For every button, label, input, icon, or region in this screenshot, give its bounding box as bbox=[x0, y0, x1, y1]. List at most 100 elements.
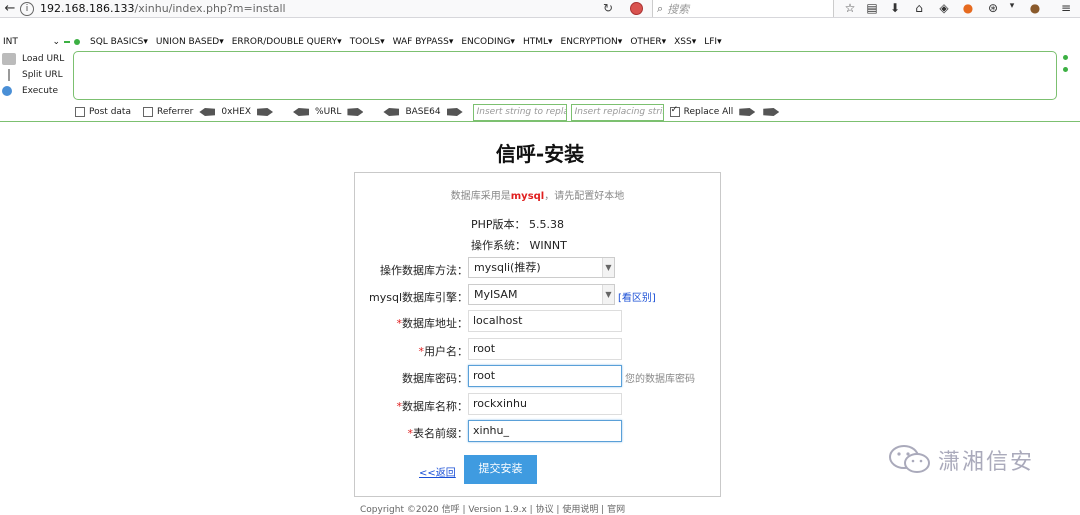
replace-all-label: Replace All bbox=[683, 107, 734, 117]
password-row: 数据库密码： root 您的数据库密码 bbox=[355, 365, 722, 387]
arrow-right-icon[interactable] bbox=[446, 108, 463, 116]
browser-toolbar: ← i 192.168.186.133/xinhu/index.php?m=in… bbox=[0, 0, 1080, 18]
notice-highlight: mysql bbox=[510, 191, 545, 202]
submit-install-button[interactable]: 提交安装 bbox=[464, 455, 537, 484]
db-notice: 数据库采用是mysql，请先配置好本地 bbox=[355, 187, 720, 202]
profile-icon[interactable]: ● bbox=[1027, 1, 1043, 15]
back-arrow-icon[interactable]: ← bbox=[0, 1, 20, 16]
extension-icon[interactable]: ● bbox=[960, 1, 976, 15]
arrow-left-icon[interactable] bbox=[199, 108, 216, 116]
engine-label: mysql数据库引擎： bbox=[369, 291, 468, 304]
notice-text: ，请先配置好本地 bbox=[544, 191, 625, 202]
hackbar-actions: Load URL Split URL Execute bbox=[2, 51, 72, 99]
replacing-string-input[interactable]: Insert replacing string bbox=[570, 103, 664, 121]
password-hint: 您的数据库密码 bbox=[625, 374, 695, 385]
url-host: 192.168.186.133 bbox=[40, 2, 135, 15]
notice-text: 数据库采用是 bbox=[450, 191, 511, 202]
execute-icon bbox=[2, 86, 12, 96]
search-input[interactable]: ⌕ 搜索 bbox=[652, 0, 834, 17]
engine-diff-link[interactable]: [看区别] bbox=[618, 289, 656, 304]
menu-other[interactable]: OTHER▾ bbox=[630, 37, 666, 47]
sync-icon[interactable]: ⊛ bbox=[985, 1, 1001, 15]
dbname-field[interactable]: rockxinhu bbox=[468, 393, 622, 415]
referrer-label: Referrer bbox=[156, 107, 194, 117]
download-icon[interactable]: ⬇ bbox=[887, 1, 903, 15]
prefix-field[interactable]: xinhu_ bbox=[468, 420, 622, 442]
encoding-select[interactable]: INT ⌄ bbox=[0, 35, 62, 49]
host-label: *数据库地址： bbox=[397, 315, 469, 331]
url-bar[interactable]: 192.168.186.133/xinhu/index.php?m=instal… bbox=[40, 2, 600, 15]
dbname-row: *数据库名称： rockxinhu bbox=[355, 393, 722, 415]
url-textarea[interactable] bbox=[73, 51, 1057, 100]
dbname-label-text: 数据库名称： bbox=[402, 400, 468, 413]
referrer-checkbox[interactable] bbox=[142, 107, 153, 117]
bookmark-star-icon[interactable]: ☆ bbox=[842, 1, 858, 15]
chevron-down-icon: ▼ bbox=[602, 258, 614, 277]
split-url-icon bbox=[2, 69, 16, 81]
engine-select[interactable]: MyISAM ▼ bbox=[468, 284, 615, 305]
split-url-button[interactable]: Split URL bbox=[2, 67, 72, 83]
engine-value: MyISAM bbox=[474, 288, 518, 301]
user-field[interactable]: root bbox=[468, 338, 622, 360]
noscript-icon[interactable] bbox=[630, 2, 643, 15]
menu-xss[interactable]: XSS▾ bbox=[674, 37, 696, 47]
prefix-label: *表名前缀： bbox=[408, 425, 469, 441]
info-icon[interactable]: i bbox=[20, 1, 34, 16]
menu-encoding[interactable]: ENCODING▾ bbox=[461, 37, 515, 47]
host-field[interactable]: localhost bbox=[468, 310, 622, 332]
db-method-row: 操作数据库方法： mysqli(推荐) ▼ bbox=[355, 257, 722, 279]
back-link[interactable]: <<返回 bbox=[419, 464, 456, 479]
dropdown-arrow-icon[interactable]: ▾ bbox=[1004, 1, 1020, 11]
dbname-label: *数据库名称： bbox=[397, 398, 469, 414]
hackbar-menu-bar: INT ⌄ SQL BASICS▾ UNION BASED▾ ERROR/DOU… bbox=[0, 33, 1080, 50]
base64-label: BASE64 bbox=[405, 107, 441, 117]
menu-icon[interactable]: ≡ bbox=[1058, 1, 1074, 15]
replace-all-checkbox[interactable] bbox=[669, 105, 680, 117]
execute-button[interactable]: Execute bbox=[2, 83, 72, 99]
url-encode-label: %URL bbox=[315, 107, 342, 117]
menu-error-double-query[interactable]: ERROR/DOUBLE QUERY▾ bbox=[232, 37, 342, 47]
hackbar-divider bbox=[0, 121, 1080, 122]
arrow-left-icon[interactable] bbox=[383, 108, 400, 116]
os-info: 操作系统： WINNT bbox=[471, 239, 567, 252]
pocket-icon[interactable]: ◈ bbox=[936, 1, 952, 15]
dot-icon[interactable] bbox=[1063, 67, 1068, 72]
chevron-down-icon: ⌄ bbox=[52, 36, 60, 47]
page-title: 信呼-安装 bbox=[495, 142, 585, 166]
prefix-row: *表名前缀： xinhu_ bbox=[355, 420, 722, 442]
host-row: *数据库地址： localhost bbox=[355, 310, 722, 332]
dot-icon[interactable] bbox=[1063, 55, 1068, 60]
prefix-label-text: 表名前缀： bbox=[413, 427, 468, 440]
load-url-label: Load URL bbox=[22, 54, 65, 64]
wechat-icon bbox=[889, 445, 930, 473]
password-label: 数据库密码： bbox=[402, 372, 468, 385]
password-field[interactable]: root bbox=[468, 365, 622, 387]
load-url-button[interactable]: Load URL bbox=[2, 51, 72, 67]
host-label-text: 数据库地址： bbox=[402, 317, 468, 330]
home-icon[interactable]: ⌂ bbox=[911, 1, 927, 15]
arrow-right-icon[interactable] bbox=[763, 108, 780, 116]
hackbar-side-controls bbox=[1063, 55, 1071, 79]
menu-lfi[interactable]: LFI▾ bbox=[704, 37, 721, 47]
engine-row: mysql数据库引擎： MyISAM ▼ [看区别] bbox=[355, 284, 722, 306]
db-method-select[interactable]: mysqli(推荐) ▼ bbox=[468, 257, 615, 278]
reload-icon[interactable]: ↻ bbox=[603, 1, 613, 15]
menu-encryption[interactable]: ENCRYPTION▾ bbox=[561, 37, 623, 47]
arrow-left-icon[interactable] bbox=[293, 108, 310, 116]
load-url-icon bbox=[2, 53, 16, 65]
hex-label: 0xHEX bbox=[221, 107, 252, 117]
replace-string-input[interactable]: Insert string to replace bbox=[472, 103, 567, 121]
watermark: 潇湘信安 bbox=[888, 444, 1034, 476]
arrow-right-icon[interactable] bbox=[257, 108, 274, 116]
menu-waf-bypass[interactable]: WAF BYPASS▾ bbox=[393, 37, 454, 47]
menu-tools[interactable]: TOOLS▾ bbox=[350, 37, 385, 47]
menu-sql-basics[interactable]: SQL BASICS▾ bbox=[90, 37, 148, 47]
menu-union-based[interactable]: UNION BASED▾ bbox=[156, 37, 224, 47]
user-label-text: 用户名： bbox=[424, 345, 468, 358]
hackbar-options: Post data Referrer 0xHEX %URL BASE64 Ins… bbox=[75, 103, 785, 121]
menu-html[interactable]: HTML▾ bbox=[523, 37, 553, 47]
reader-icon[interactable]: ▤ bbox=[864, 1, 880, 15]
arrow-right-icon[interactable] bbox=[347, 108, 364, 116]
post-data-checkbox[interactable] bbox=[75, 107, 85, 117]
arrow-right-icon[interactable] bbox=[739, 108, 756, 116]
